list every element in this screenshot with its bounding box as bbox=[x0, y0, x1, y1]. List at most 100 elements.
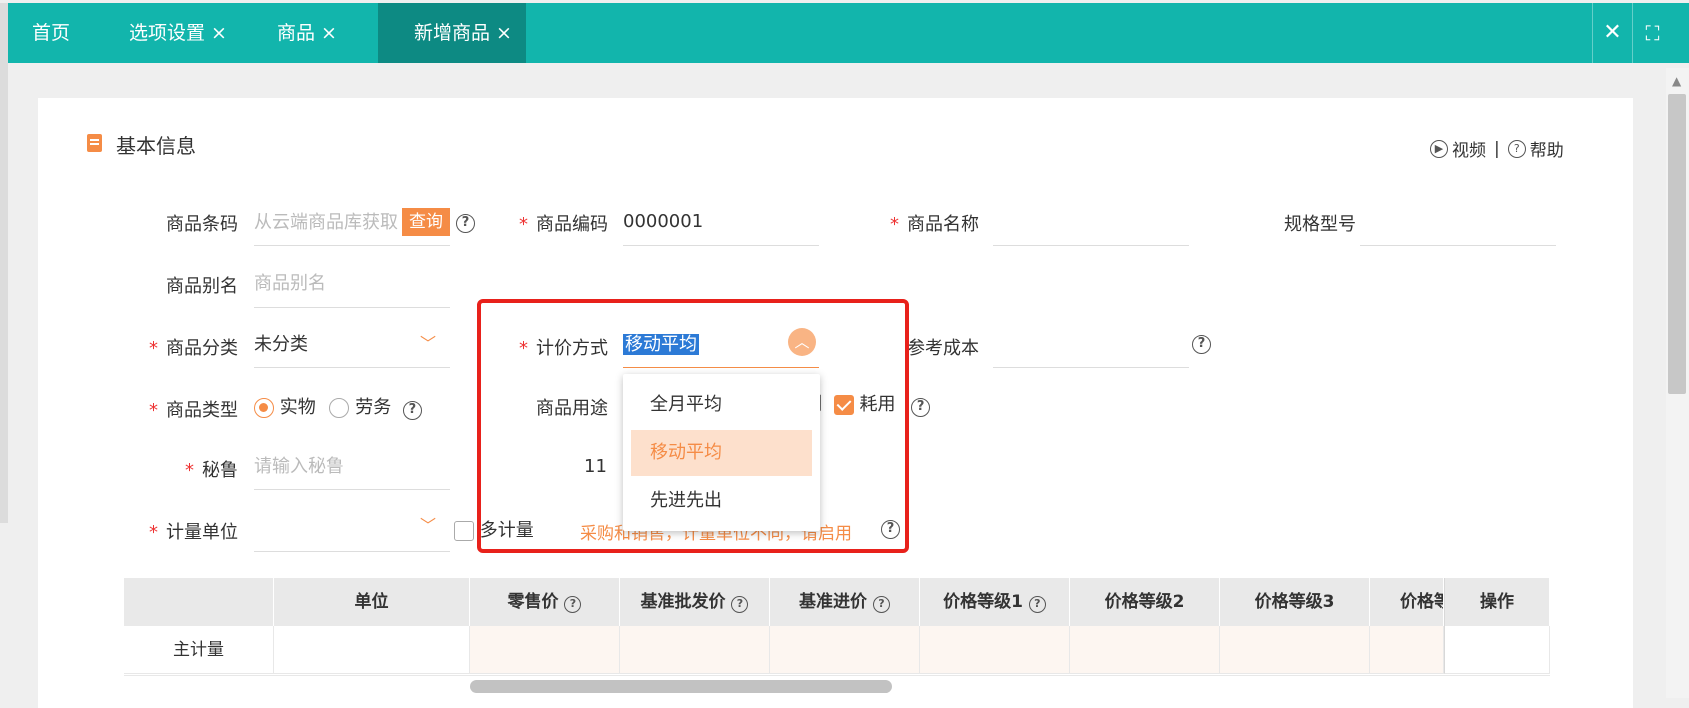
secret-label-text: 秘鲁 bbox=[202, 460, 238, 481]
table-cell[interactable] bbox=[920, 626, 1070, 674]
question-icon[interactable]: ? bbox=[456, 214, 475, 233]
ref-cost-input[interactable] bbox=[993, 328, 1189, 368]
multi-unit-checkbox[interactable] bbox=[454, 521, 474, 541]
table-header-actions: 操作 bbox=[1444, 578, 1550, 626]
table-cell[interactable] bbox=[470, 626, 620, 674]
type-radio-group: 实物 劳务 ? bbox=[254, 393, 422, 420]
table-header-level3: 价格等级3 bbox=[1220, 578, 1370, 626]
window-close-icon[interactable]: ✕ bbox=[1592, 3, 1632, 63]
left-edge bbox=[0, 3, 8, 523]
table-header bbox=[124, 578, 274, 626]
table-header-wholesale: 基准批发价 ? bbox=[620, 578, 770, 626]
tab-goods[interactable]: 商品 × bbox=[277, 3, 337, 63]
tab-options[interactable]: 选项设置 × bbox=[129, 3, 227, 63]
code-label-text: 商品编码 bbox=[536, 214, 608, 235]
code-input[interactable]: 0000001 bbox=[623, 206, 819, 246]
header-label: 价格等级1 bbox=[943, 592, 1023, 612]
help-link[interactable]: 帮助 bbox=[1530, 136, 1564, 161]
table-header-purchase: 基准进价 ? bbox=[770, 578, 920, 626]
code-label: * 商品编码 bbox=[506, 210, 608, 236]
tab-options-label: 选项设置 bbox=[129, 22, 206, 44]
question-icon[interactable]: ? bbox=[402, 401, 422, 420]
spec-label: 规格型号 bbox=[1284, 214, 1356, 235]
close-icon[interactable]: × bbox=[211, 22, 227, 44]
barcode-label: 商品条码 bbox=[166, 214, 238, 235]
table-cell[interactable] bbox=[1220, 626, 1370, 674]
table-header-level4: 价格等 bbox=[1370, 578, 1444, 626]
question-icon[interactable]: ? bbox=[911, 398, 931, 417]
alias-input[interactable]: 商品别名 bbox=[254, 268, 450, 308]
help-links: ▶ 视频 | ? 帮助 bbox=[1430, 136, 1564, 161]
header-label: 基准批发价 bbox=[640, 592, 726, 612]
required-mark: * bbox=[149, 522, 158, 543]
help-icon[interactable]: ? bbox=[1507, 139, 1526, 158]
table-header-level2: 价格等级2 bbox=[1070, 578, 1220, 626]
table-cell[interactable] bbox=[1070, 626, 1220, 674]
name-label-text: 商品名称 bbox=[907, 214, 979, 235]
category-value: 未分类 bbox=[254, 334, 308, 355]
secret-placeholder: 请输入秘鲁 bbox=[254, 456, 344, 477]
secret-label: * 秘鲁 bbox=[136, 456, 238, 482]
pricing-dropdown: 全月平均 移动平均 先进先出 bbox=[623, 374, 820, 531]
question-icon[interactable]: ? bbox=[1192, 335, 1211, 354]
type-label-text: 商品类型 bbox=[166, 400, 238, 421]
unit-label-text: 计量单位 bbox=[166, 522, 238, 543]
vertical-scrollbar[interactable]: ▲ bbox=[1666, 68, 1689, 698]
alias-label: 商品别名 bbox=[166, 276, 238, 297]
required-mark: * bbox=[519, 214, 528, 235]
required-mark: * bbox=[890, 214, 899, 235]
question-icon[interactable]: ? bbox=[564, 596, 582, 613]
table-header-retail: 零售价 ? bbox=[470, 578, 620, 626]
radio-service[interactable] bbox=[329, 398, 350, 418]
scrollbar-thumb[interactable] bbox=[1668, 94, 1686, 394]
alias-placeholder: 商品别名 bbox=[254, 273, 326, 294]
section-title: 基本信息 bbox=[116, 134, 196, 158]
radio-physical[interactable] bbox=[254, 398, 274, 418]
secret-input[interactable]: 请输入秘鲁 bbox=[254, 450, 450, 490]
radio-physical-label: 实物 bbox=[279, 397, 316, 418]
required-mark: * bbox=[149, 338, 158, 359]
chevron-down-icon[interactable]: ﹀ bbox=[420, 512, 436, 536]
dropdown-item-selected[interactable]: 移动平均 bbox=[631, 430, 812, 476]
document-icon bbox=[87, 134, 102, 152]
scroll-up-icon[interactable]: ▲ bbox=[1672, 74, 1681, 88]
table-cell-main-unit: 主计量 bbox=[124, 626, 274, 674]
horizontal-scrollbar[interactable] bbox=[470, 680, 892, 693]
required-mark: * bbox=[185, 460, 194, 481]
header-label: 基准进价 bbox=[799, 592, 868, 612]
table-cell-actions[interactable] bbox=[1444, 626, 1550, 674]
tab-new-goods[interactable]: 新增商品 × bbox=[378, 3, 526, 63]
radio-service-label: 劳务 bbox=[355, 397, 392, 418]
chevron-down-icon[interactable]: ﹀ bbox=[420, 330, 436, 354]
table-cell[interactable] bbox=[274, 626, 470, 674]
close-icon[interactable]: × bbox=[321, 22, 337, 44]
spec-input[interactable] bbox=[1360, 206, 1556, 246]
question-icon[interactable]: ? bbox=[872, 596, 890, 613]
table-cell[interactable] bbox=[1370, 626, 1444, 674]
query-button[interactable]: 查询 bbox=[402, 208, 450, 236]
header-label: 零售价 bbox=[507, 592, 559, 612]
video-link[interactable]: 视频 bbox=[1452, 136, 1486, 161]
fullscreen-icon[interactable]: ⛶ bbox=[1632, 3, 1672, 63]
close-icon[interactable]: × bbox=[496, 22, 512, 44]
dropdown-item[interactable]: 先进先出 bbox=[631, 478, 812, 524]
table-header-unit: 单位 bbox=[274, 578, 470, 626]
play-icon[interactable]: ▶ bbox=[1430, 139, 1448, 158]
tab-home-label: 首页 bbox=[32, 22, 71, 44]
name-label: * 商品名称 bbox=[877, 210, 979, 236]
barcode-placeholder: 从云端商品库获取 bbox=[254, 212, 398, 233]
question-icon[interactable]: ? bbox=[1028, 596, 1046, 613]
table-header-level1: 价格等级1 ? bbox=[920, 578, 1070, 626]
tab-goods-label: 商品 bbox=[277, 22, 316, 44]
required-mark: * bbox=[149, 400, 158, 421]
tab-home[interactable]: 首页 bbox=[32, 3, 70, 63]
tab-new-goods-label: 新增商品 bbox=[414, 22, 491, 44]
unit-label: * 计量单位 bbox=[136, 518, 238, 544]
type-label: * 商品类型 bbox=[136, 396, 238, 422]
question-icon[interactable]: ? bbox=[731, 596, 749, 613]
table-cell[interactable] bbox=[770, 626, 920, 674]
dropdown-item[interactable]: 全月平均 bbox=[631, 382, 812, 428]
separator: | bbox=[1494, 138, 1500, 159]
name-input[interactable] bbox=[993, 206, 1189, 246]
table-cell[interactable] bbox=[620, 626, 770, 674]
